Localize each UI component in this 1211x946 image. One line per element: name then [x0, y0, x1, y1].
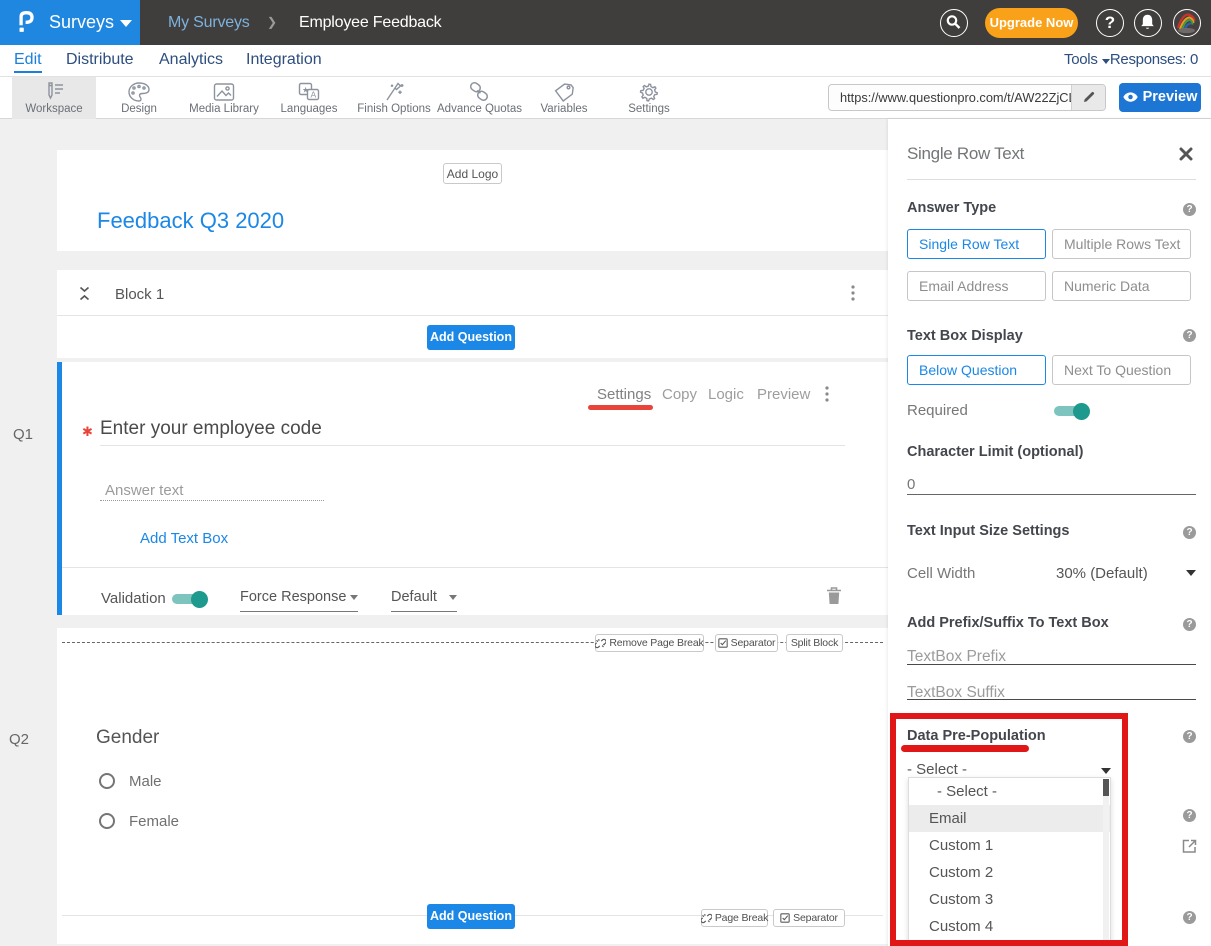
svg-text:★: ★ [302, 86, 309, 95]
svg-text:A: A [311, 90, 317, 100]
